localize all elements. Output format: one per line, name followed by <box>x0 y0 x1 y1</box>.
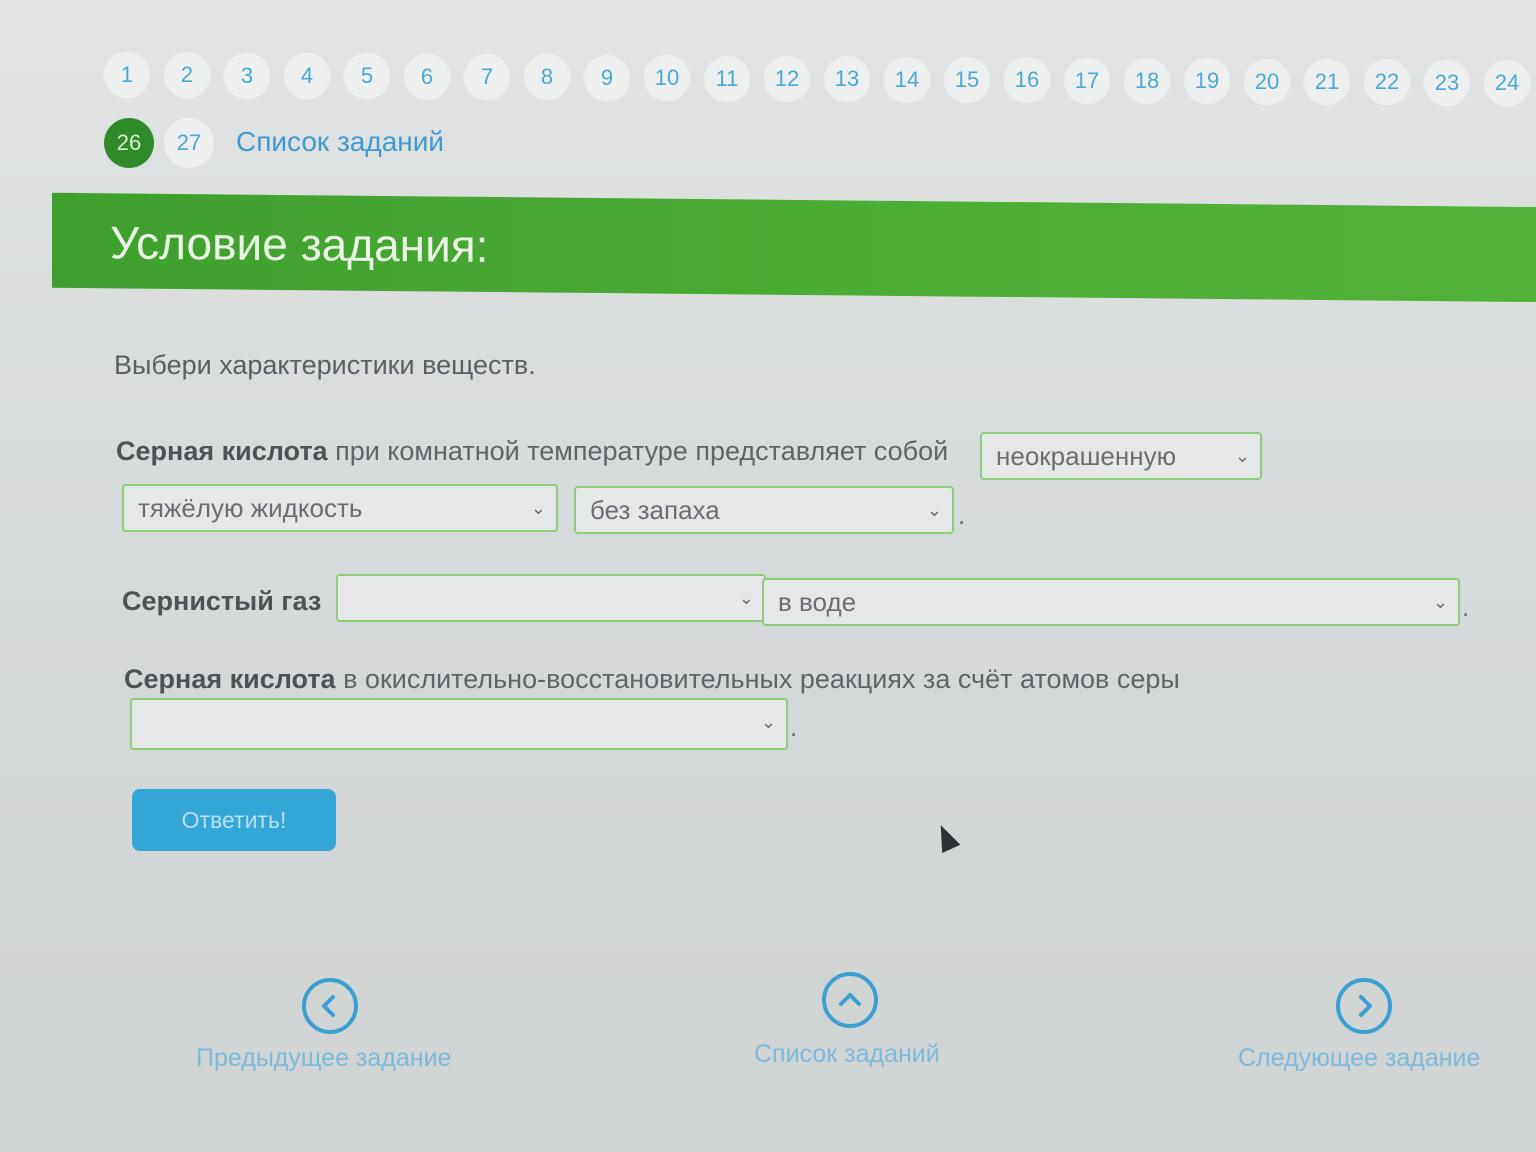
task-number-22[interactable]: 22 <box>1364 59 1410 105</box>
task-header-bar: Условие задания: <box>52 192 1536 303</box>
task-number-9[interactable]: 9 <box>584 55 630 101</box>
task-number-24[interactable]: 24 <box>1484 60 1530 106</box>
question-3-text: Серная кислота в окислительно-восстанови… <box>124 664 1180 695</box>
task-number-2[interactable]: 2 <box>164 52 210 98</box>
task-list-button[interactable] <box>822 972 878 1028</box>
previous-task-button[interactable] <box>302 978 358 1034</box>
q1-state-select-value: тяжёлую жидкость <box>138 492 363 523</box>
previous-task-label[interactable]: Предыдущее задание <box>196 1044 451 1073</box>
task-number-19[interactable]: 19 <box>1184 58 1230 104</box>
question-2-substance: Сернистый газ <box>122 586 322 616</box>
chevron-down-icon: ⌄ <box>738 588 754 608</box>
chevron-down-icon: ⌄ <box>1234 446 1250 466</box>
task-number-18[interactable]: 18 <box>1124 58 1170 104</box>
answer-button[interactable]: Ответить! <box>132 789 336 851</box>
q1-smell-select[interactable]: без запаха ⌄ <box>574 486 954 534</box>
task-number-6[interactable]: 6 <box>404 54 450 100</box>
mouse-cursor-icon <box>931 821 961 853</box>
chevron-down-icon: ⌄ <box>530 498 546 518</box>
q2-water-select[interactable]: в воде ⌄ <box>762 578 1460 626</box>
q1-period: . <box>958 500 966 530</box>
task-list-label[interactable]: Список заданий <box>754 1040 940 1069</box>
task-number-21[interactable]: 21 <box>1304 59 1350 105</box>
q1-color-select-value: неокрашенную <box>996 440 1177 471</box>
task-number-27[interactable]: 27 <box>164 118 214 168</box>
question-1-substance: Серная кислота <box>116 436 328 466</box>
q1-state-select[interactable]: тяжёлую жидкость ⌄ <box>122 484 558 532</box>
task-number-active[interactable]: 26 <box>104 118 154 168</box>
task-number-8[interactable]: 8 <box>524 54 570 100</box>
chevron-down-icon: ⌄ <box>760 712 776 732</box>
chevron-right-icon <box>1359 995 1372 1017</box>
task-number-20[interactable]: 20 <box>1244 59 1290 105</box>
chevron-left-icon <box>322 995 335 1017</box>
task-number-23[interactable]: 23 <box>1424 60 1470 106</box>
task-number-13[interactable]: 13 <box>824 56 870 102</box>
task-instruction: Выбери характеристики веществ. <box>114 350 536 380</box>
q1-color-select[interactable]: неокрашенную ⌄ <box>980 432 1262 480</box>
q2-period: . <box>1462 592 1470 622</box>
question-1-phrase: при комнатной температуре представляет с… <box>327 436 949 466</box>
chevron-down-icon: ⌄ <box>1432 592 1448 612</box>
task-number-10[interactable]: 10 <box>644 55 690 101</box>
task-page: 1 2 3 4 5 6 7 8 9 10 11 12 13 14 15 16 17 18 19 20 21 22 23 24 … <box>0 0 1536 1152</box>
q3-period: . <box>790 712 798 742</box>
chevron-down-icon: ⌄ <box>926 500 942 520</box>
chevron-up-icon <box>839 993 861 1006</box>
task-number-15[interactable]: 15 <box>944 57 990 103</box>
question-3-substance: Серная кислота <box>124 664 336 694</box>
task-header-title: Условие задания: <box>110 216 489 272</box>
task-number-7[interactable]: 7 <box>464 54 510 100</box>
q2-solubility-select[interactable]: ⌄ <box>336 574 766 622</box>
q1-smell-select-value: без запаха <box>590 494 720 525</box>
question-1-text: Серная кислота при комнатной температуре… <box>116 436 948 467</box>
task-number-4[interactable]: 4 <box>284 53 330 99</box>
question-3-phrase: в окислительно-восстановительных реакция… <box>335 664 1180 694</box>
next-task-label[interactable]: Следующее задание <box>1238 1044 1480 1073</box>
task-number-3[interactable]: 3 <box>224 53 270 99</box>
task-number-11[interactable]: 11 <box>704 56 750 102</box>
next-task-button[interactable] <box>1336 978 1392 1034</box>
task-list-link[interactable]: Список заданий <box>236 126 444 158</box>
question-2-text: Сернистый газ <box>122 586 321 617</box>
q3-property-select[interactable]: ⌄ <box>130 698 788 750</box>
task-number-5[interactable]: 5 <box>344 53 390 99</box>
task-number-17[interactable]: 17 <box>1064 58 1110 104</box>
task-number-16[interactable]: 16 <box>1004 57 1050 103</box>
task-number-row: 1 2 3 4 5 6 7 8 9 10 11 12 13 14 15 16 17 18 19 20 21 22 23 24 <box>104 52 1536 106</box>
task-number-1[interactable]: 1 <box>104 52 150 98</box>
task-number-14[interactable]: 14 <box>884 57 930 103</box>
q2-water-select-value: в воде <box>778 586 857 617</box>
task-number-12[interactable]: 12 <box>764 56 810 102</box>
